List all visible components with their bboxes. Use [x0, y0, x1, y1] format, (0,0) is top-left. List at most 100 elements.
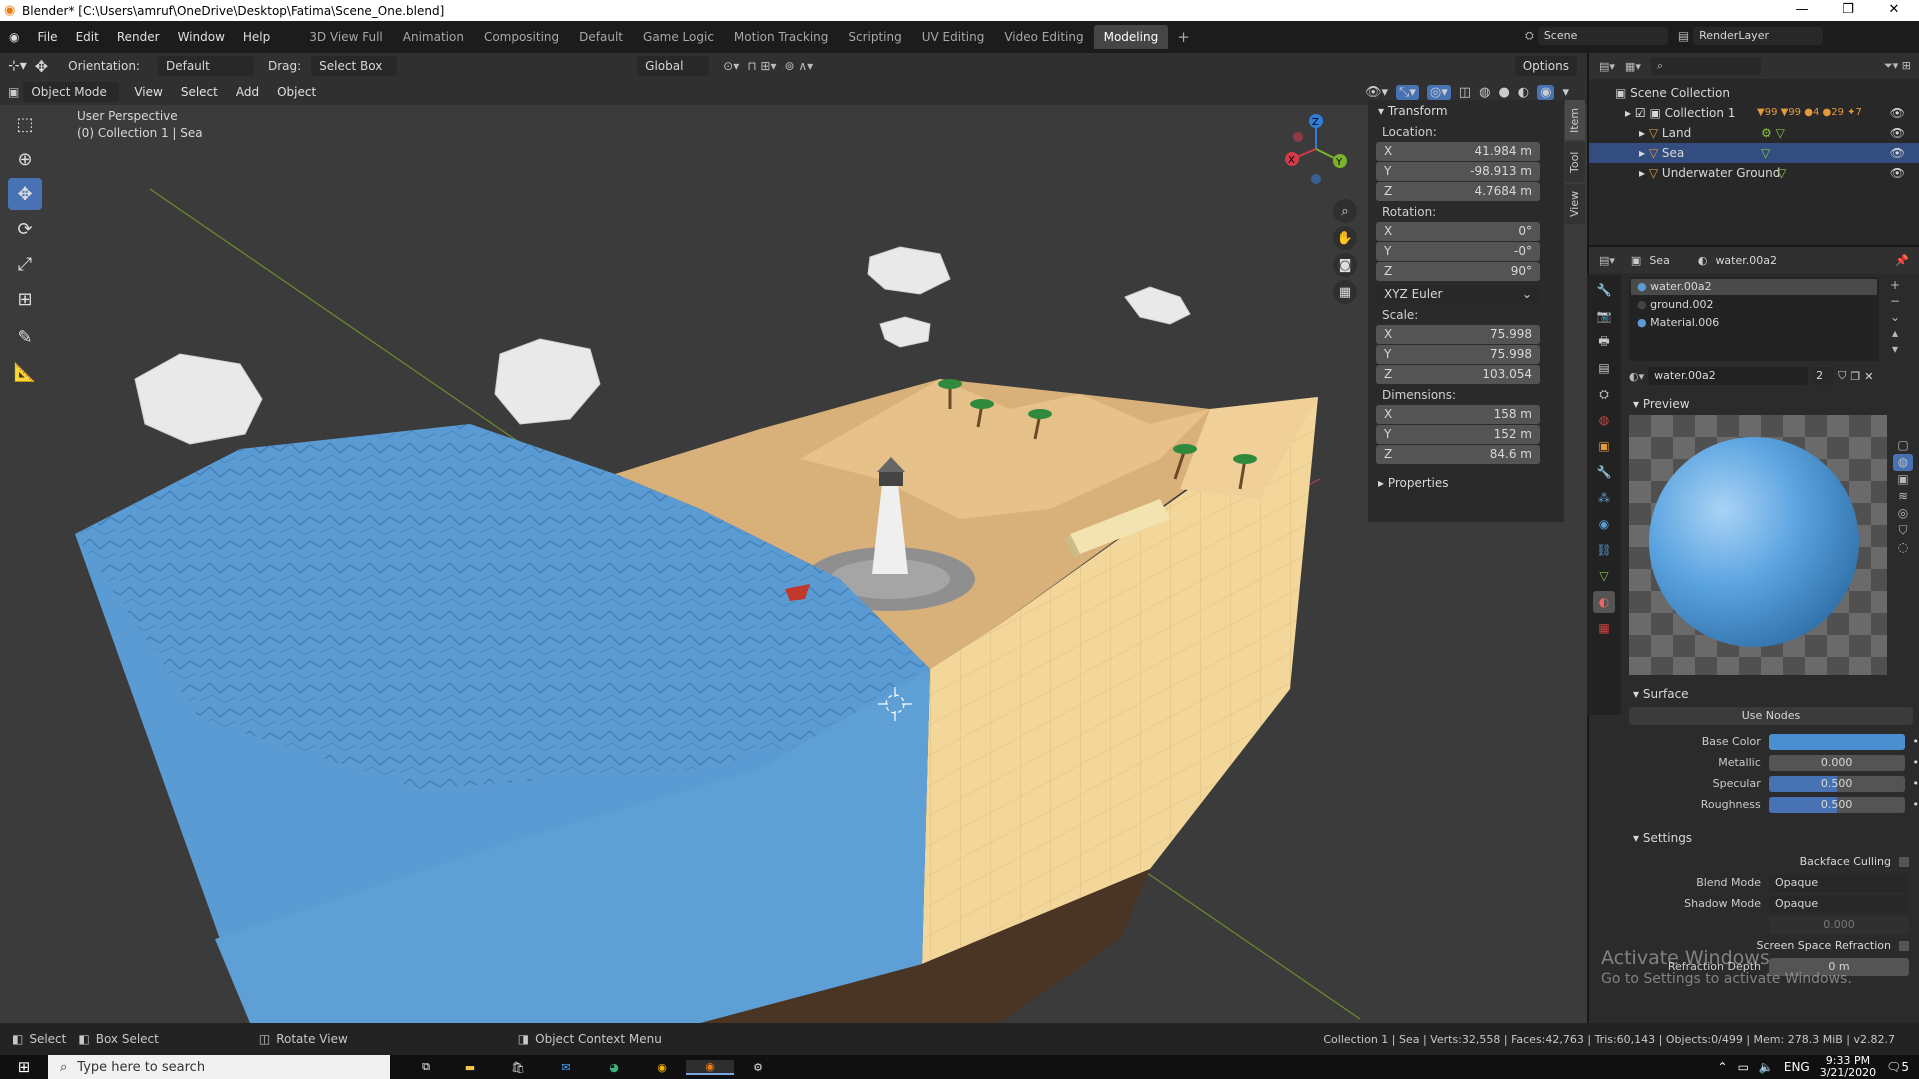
properties-editor-icon[interactable]: ▤▾ [1599, 254, 1615, 267]
maximize-button[interactable]: ❐ [1825, 0, 1871, 21]
pan-hand-icon[interactable]: ✋ [1333, 226, 1357, 250]
material-tab-icon[interactable]: ◐ [1593, 591, 1615, 613]
clip-threshold-field[interactable]: 0.000 [1769, 915, 1909, 934]
keyframe-dot-icon[interactable]: • [1913, 798, 1919, 811]
viewport-menu-select[interactable]: Select [172, 85, 227, 99]
keyframe-dot-icon[interactable]: • [1913, 777, 1919, 790]
rotation-mode-dropdown[interactable]: XYZ Euler ⌄ [1376, 285, 1540, 304]
preview-panel-header[interactable]: ▾ Preview [1623, 393, 1690, 415]
rotate-tool-icon[interactable]: ⟳ [8, 213, 42, 245]
blender-taskbar-icon[interactable]: ◉ [686, 1059, 734, 1075]
taskbar-search-box[interactable]: ⌕ Type here to search [48, 1055, 390, 1079]
expand-icon[interactable]: ▸ [1639, 126, 1645, 140]
constraints-tab-icon[interactable]: ⛓ [1593, 539, 1615, 561]
shadow-mode-dropdown[interactable]: Opaque [1769, 894, 1909, 913]
backface-culling-checkbox[interactable] [1899, 856, 1909, 867]
select-box-tool-icon[interactable]: ⬚ [8, 108, 42, 140]
expand-icon[interactable]: ▸ [1639, 146, 1645, 160]
menu-render[interactable]: Render [108, 30, 169, 44]
blend-mode-dropdown[interactable]: Opaque [1769, 873, 1909, 892]
scene-field[interactable]: Scene [1537, 27, 1668, 45]
scale-x-field[interactable]: X 75.998 [1376, 325, 1540, 344]
render-layer-field[interactable]: RenderLayer [1693, 27, 1824, 45]
options-dropdown[interactable]: Options [1514, 56, 1577, 76]
expand-icon[interactable]: ▸ [1639, 166, 1645, 180]
mail-icon[interactable]: ✉ [542, 1061, 590, 1074]
visibility-eye-icon[interactable]: 👁 [1890, 123, 1905, 143]
duplicate-icon[interactable]: ❐ [1850, 370, 1860, 383]
preview-flat-icon[interactable]: ▢ [1893, 437, 1913, 454]
chrome-icon[interactable]: ◉ [638, 1061, 686, 1074]
outliner-collection-1[interactable]: ▸ ☑ ▣ Collection 1 ▼99 ▼99 ●4 ●29 ✦7 👁 [1589, 103, 1919, 123]
outliner-sea[interactable]: ▸ ▽ Sea ▽ 👁 [1589, 143, 1919, 163]
input-language[interactable]: ENG [1784, 1060, 1810, 1074]
render-layer-icon[interactable]: ▤ [1678, 29, 1689, 43]
visibility-eye-icon[interactable]: 👁 [1890, 163, 1905, 183]
tab-game-logic[interactable]: Game Logic [633, 25, 724, 49]
tab-uv-editing[interactable]: UV Editing [912, 25, 995, 49]
tab-modeling[interactable]: Modeling [1093, 25, 1169, 49]
material-slot-list[interactable]: ● water.00a2 ● ground.002 ● Material.006 [1629, 277, 1879, 361]
gizmo-toggle-icon[interactable]: ⤡▾ [1395, 84, 1419, 100]
surface-panel-header[interactable]: ▾ Surface [1623, 683, 1689, 705]
tab-3d-view-full[interactable]: 3D View Full [299, 25, 393, 49]
mode-dropdown[interactable]: Object Mode [23, 82, 120, 102]
display-mode-icon[interactable]: ▦▾ [1625, 60, 1641, 73]
location-x-field[interactable]: X 41.984 m [1376, 142, 1540, 161]
tab-view[interactable]: View [1565, 184, 1585, 224]
viewport-menu-add[interactable]: Add [227, 85, 268, 99]
camera-icon[interactable]: ◙ [1333, 253, 1357, 277]
scale-tool-icon[interactable]: ⤢ [8, 248, 42, 280]
filter-icon[interactable]: ⏷▾ ⊞ [1884, 59, 1911, 73]
preview-hair-icon[interactable]: ≋ [1893, 488, 1913, 505]
users-count[interactable]: 2 [1812, 367, 1835, 385]
tab-item[interactable]: Item [1565, 100, 1585, 140]
use-nodes-button[interactable]: Use Nodes [1629, 707, 1913, 725]
preview-sphere-icon[interactable]: ◍ [1893, 454, 1913, 471]
move-down-icon[interactable]: ▾ [1885, 341, 1905, 357]
texture-tab-icon[interactable]: ▦ [1593, 617, 1615, 639]
snap-icon[interactable]: ⊓ ⊞▾ [747, 59, 776, 73]
material-slot-item[interactable]: ● ground.002 [1631, 297, 1877, 313]
base-color-swatch[interactable] [1768, 733, 1905, 750]
editor-type-icon[interactable]: ⊹▾ [8, 58, 27, 74]
browse-material-icon[interactable]: ◐▾ [1629, 370, 1644, 383]
wireframe-shading-icon[interactable]: ◍ [1479, 85, 1490, 100]
shading-options-icon[interactable]: ▾ [1562, 85, 1569, 100]
solid-shading-icon[interactable]: ● [1498, 85, 1509, 100]
tool-tab-icon[interactable]: 🔧 [1593, 279, 1615, 301]
close-button[interactable]: ✕ [1871, 0, 1917, 21]
outliner-search-input[interactable]: ⌕ [1650, 57, 1761, 75]
outliner-land[interactable]: ▸ ▽ Land ⚙ ▽ 👁 [1589, 123, 1919, 143]
navigation-gizmo[interactable]: Z Y X [1270, 109, 1360, 189]
drag-dropdown[interactable]: Select Box [311, 56, 398, 76]
add-slot-icon[interactable]: + [1885, 277, 1905, 293]
dimensions-y-field[interactable]: Y 152 m [1376, 425, 1540, 444]
zoom-icon[interactable]: ⌕ [1333, 199, 1357, 223]
material-slot-item[interactable]: ● Material.006 [1631, 315, 1877, 331]
transform-panel-header[interactable]: ▾ Transform [1368, 100, 1564, 122]
menu-file[interactable]: File [28, 30, 66, 44]
blender-menu-icon[interactable]: ◉ [0, 30, 28, 44]
ssr-checkbox[interactable] [1899, 940, 1909, 951]
preview-cube-icon[interactable]: ▣ [1893, 471, 1913, 488]
xray-icon[interactable]: ◫ [1459, 85, 1471, 100]
material-shading-icon[interactable]: ◐ [1518, 85, 1529, 100]
file-explorer-icon[interactable]: ▬ [446, 1061, 494, 1074]
tab-scripting[interactable]: Scripting [838, 25, 911, 49]
tray-chevron-icon[interactable]: ⌃ [1718, 1060, 1728, 1074]
visibility-eye-icon[interactable]: 👁 [1890, 143, 1905, 163]
preview-world-icon[interactable]: ◌ [1893, 539, 1913, 556]
rotation-x-field[interactable]: X 0° [1376, 222, 1540, 241]
pivot-icon[interactable]: ⊙▾ [723, 59, 739, 73]
menu-edit[interactable]: Edit [67, 30, 108, 44]
overlay-toggle-icon[interactable]: ◎▾ [1426, 84, 1451, 100]
data-tab-icon[interactable]: ▽ [1593, 565, 1615, 587]
settings-panel-header[interactable]: ▾ Settings [1623, 827, 1692, 849]
metallic-slider[interactable]: 0.000 [1768, 754, 1905, 771]
scale-y-field[interactable]: Y 75.998 [1376, 345, 1540, 364]
viewport-menu-object[interactable]: Object [268, 85, 325, 99]
outliner-underwater-ground[interactable]: ▸ ▽ Underwater Ground ▽ 👁 [1589, 163, 1919, 183]
notifications-icon[interactable]: 🗨5 [1886, 1060, 1909, 1074]
edge-icon[interactable]: ◕ [590, 1061, 638, 1074]
